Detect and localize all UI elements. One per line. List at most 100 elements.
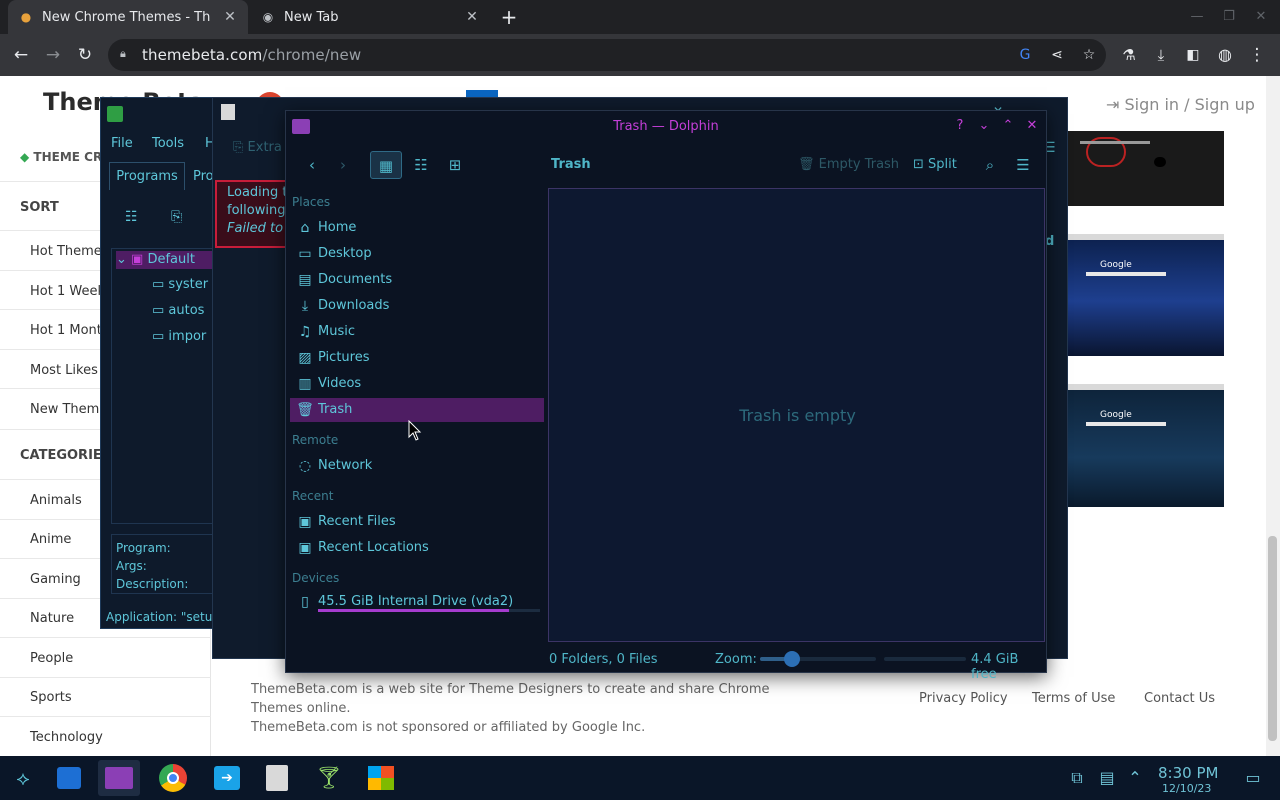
sort-most-likes[interactable]: Most Likes [30,363,98,378]
category-animals[interactable]: Animals [30,493,82,508]
maximize-icon[interactable]: ⌃ [1000,118,1016,134]
chrome-menu-icon[interactable]: ⋮ [1246,44,1268,66]
close-tab-icon[interactable]: ✕ [222,9,238,25]
place-recent-files[interactable]: ▣ Recent Files [290,510,544,534]
chrome-taskbar-icon[interactable] [152,760,194,796]
download-icon[interactable]: ⤓ [1150,44,1172,66]
split-button[interactable]: ⊡ Split [913,151,957,179]
place-desktop[interactable]: ▭ Desktop [290,242,544,266]
close-icon[interactable]: ✕ [1252,8,1270,26]
address-bar[interactable]: 🔒︎ themebeta.com/chrome/new G ⋖ ☆ [108,39,1106,71]
tray-expand-icon[interactable]: ⌃ [1124,767,1146,789]
dolphin-titlebar[interactable]: Trash — Dolphin ? ⌄ ⌃ ✕ [286,111,1046,143]
theme-thumbnail[interactable] [1066,131,1224,206]
terms-of-use-link[interactable]: Terms of Use [1032,691,1115,706]
place-videos[interactable]: ▥ Videos [290,372,544,396]
bookmark-star-icon[interactable]: ☆ [1080,46,1098,64]
page-scrollbar-thumb[interactable] [1268,536,1277,741]
place-pictures[interactable]: ▨ Pictures [290,346,544,370]
dolphin-taskbar-icon[interactable] [98,760,140,796]
location-breadcrumb[interactable]: Trash [551,151,591,179]
menu-tools[interactable]: Tools [152,136,184,151]
place-documents[interactable]: ▤ Documents [290,268,544,292]
empty-trash-button[interactable]: 🗑︎ Empty Trash [798,151,899,179]
windows-taskbar-icon[interactable] [360,760,402,796]
file-view[interactable]: Trash is empty [548,188,1045,642]
privacy-policy-link[interactable]: Privacy Policy [919,691,1008,706]
category-people[interactable]: People [30,651,73,666]
search-icon[interactable]: ⌕ [980,151,1000,179]
wine-taskbar-icon[interactable]: 🍸︎ [308,760,350,796]
store-app-icon[interactable] [48,760,90,796]
category-gaming[interactable]: Gaming [30,572,81,587]
tab-programs[interactable]: Programs [109,162,185,190]
wine-config-window: File Tools H Programs Pro ☷ ⎘ ⌄ ▣ Defaul… [100,97,218,629]
details-view-icon[interactable]: ⊞ [442,151,468,179]
category-technology[interactable]: Technology [30,730,103,745]
thumbnail-searchbar [1086,422,1166,426]
minimize-icon[interactable]: ⌄ [976,118,992,134]
google-lens-icon[interactable]: G [1016,46,1034,64]
category-anime[interactable]: Anime [30,532,71,547]
share-icon[interactable]: ⋖ [1048,46,1066,64]
archive-taskbar-icon[interactable] [256,760,298,796]
thumbnail-tabbar [1066,234,1224,240]
side-panel-icon[interactable]: ◧ [1182,44,1204,66]
tab-prefix[interactable]: Pro [193,169,214,184]
profile-avatar-icon[interactable]: ◍ [1214,44,1236,66]
zoom-slider[interactable] [760,651,876,667]
theme-creator-link[interactable]: ◆ THEME CR [20,150,102,164]
contact-us-link[interactable]: Contact Us [1144,691,1215,706]
clock-time[interactable]: 8:30 PM [1158,764,1218,782]
show-desktop-icon[interactable]: ▭ [1242,767,1264,789]
sort-hot-1-month[interactable]: Hot 1 Month [30,323,110,338]
close-icon[interactable]: ✕ [1024,118,1040,134]
extension-icon[interactable]: ⚗ [1118,44,1140,66]
clock-date[interactable]: 12/10/23 [1162,782,1211,795]
theme-thumbnail[interactable]: Google [1066,384,1224,507]
check-shield-icon: ◆ [20,150,34,164]
tree-item-default[interactable]: ⌄ ▣ Default [116,251,218,269]
zoom-slider-handle[interactable] [784,651,801,667]
place-downloads[interactable]: ⤓ Downloads [290,294,544,318]
sort-hot-1-week[interactable]: Hot 1 Week [30,284,105,299]
maximize-icon[interactable]: ❐ [1220,8,1238,26]
tab-new-tab[interactable]: ◉ New Tab ✕ [250,0,490,34]
place-recent-locations[interactable]: ▣ Recent Locations [290,536,544,560]
category-nature[interactable]: Nature [30,611,74,626]
place-home[interactable]: ⌂ Home [290,216,544,240]
empty-trash-label: Empty Trash [818,157,900,172]
forward-icon[interactable]: › [332,151,354,179]
tree-item-autostart[interactable]: ▭ autos [152,303,204,318]
minimize-icon[interactable]: — [1188,8,1206,26]
tab-themebeta[interactable]: ● New Chrome Themes - Th ✕ [8,0,248,34]
place-network[interactable]: ◌ Network [290,454,544,478]
transfer-app-icon[interactable]: ➔ [206,760,248,796]
place-music[interactable]: ♫ Music [290,320,544,344]
help-icon[interactable]: ? [952,118,968,134]
compact-view-icon[interactable]: ☷ [408,151,434,179]
tree-item-import[interactable]: ▭ impor [152,329,206,344]
back-icon[interactable]: ← [10,44,32,66]
hamburger-menu-icon[interactable]: ☰ [1012,151,1034,179]
new-document-icon[interactable]: ⎘ [171,209,182,225]
tree-item-system[interactable]: ▭ syster [152,277,208,292]
menu-file[interactable]: File [111,136,133,151]
documents-icon: ▤ [298,272,312,288]
list-view-icon[interactable]: ☷ [125,209,138,225]
icons-view-icon[interactable]: ▦ [370,151,402,179]
place-trash[interactable]: 🗑︎ Trash [290,398,544,422]
extract-button[interactable]: ⎘ Extra [233,140,282,155]
signin-link[interactable]: ⇥ Sign in / Sign up [1106,95,1255,114]
sort-hot-themes[interactable]: Hot Themes [30,244,109,259]
new-tab-button[interactable]: + [498,6,520,28]
reload-icon[interactable]: ↻ [74,44,96,66]
back-icon[interactable]: ‹ [298,151,326,179]
forward-icon[interactable]: → [42,44,64,66]
theme-thumbnail[interactable]: Google [1066,234,1224,356]
display-config-icon[interactable]: ⧉ [1066,767,1088,789]
category-sports[interactable]: Sports [30,690,72,705]
close-tab-icon[interactable]: ✕ [464,9,480,25]
clipboard-icon[interactable]: ▤ [1096,767,1118,789]
app-launcher-icon[interactable]: ⟡ [2,760,44,796]
